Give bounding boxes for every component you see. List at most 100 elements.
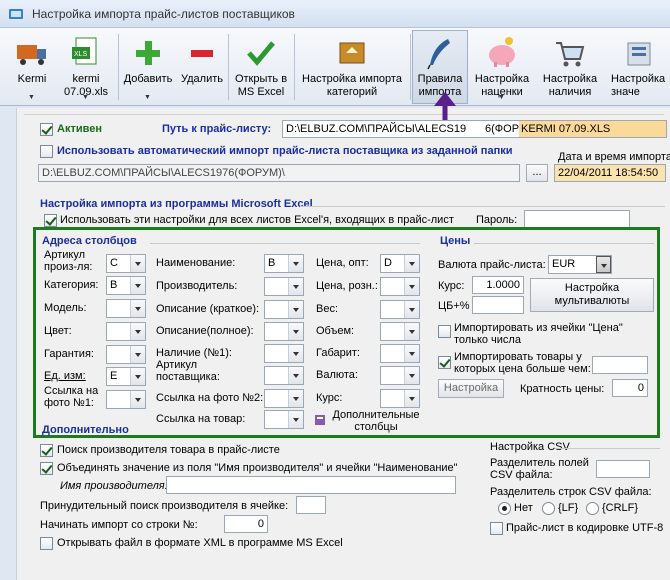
auto-folder-field[interactable]: D:\ELBUZ.COM\ПРАЙСЫ\ALECS1976(ФОРУМ)\	[38, 164, 520, 182]
desc-short-combo[interactable]	[264, 300, 304, 319]
chevron-down-icon[interactable]	[288, 278, 303, 295]
volume-label: Объем:	[316, 325, 355, 337]
start-row-field[interactable]: 0	[224, 515, 268, 533]
csv-divider	[556, 448, 660, 449]
numbers-only-label: Импортировать из ячейки "Цена" только чи…	[454, 322, 623, 346]
unit-combo[interactable]: E	[106, 367, 146, 386]
chevron-down-icon[interactable]	[288, 367, 303, 384]
cb-field[interactable]	[472, 296, 524, 314]
auto-import-checkbox[interactable]	[40, 145, 53, 158]
price-rate-field[interactable]: 1.0000	[472, 276, 524, 294]
chevron-down-icon[interactable]	[130, 391, 145, 408]
weight-combo[interactable]	[380, 300, 420, 319]
price-currency-combo[interactable]: EUR	[548, 255, 612, 274]
size-combo[interactable]	[380, 344, 420, 363]
rate-col-combo[interactable]	[380, 389, 420, 408]
warranty-combo[interactable]	[106, 345, 146, 364]
chevron-down-icon[interactable]	[288, 411, 303, 428]
chevron-down-icon[interactable]	[288, 323, 303, 340]
csv-crlf-radio[interactable]	[586, 502, 599, 515]
category-combo[interactable]: B	[106, 276, 146, 295]
numbers-only-checkbox[interactable]	[438, 325, 451, 338]
chevron-down-icon[interactable]	[288, 345, 303, 362]
maker-name-field[interactable]	[166, 476, 456, 494]
excel-section-title: Настройка импорта из программы Microsoft…	[40, 198, 313, 210]
photo-link-combo[interactable]	[106, 390, 146, 409]
active-checkbox[interactable]	[40, 123, 53, 136]
model-label: Модель:	[44, 302, 87, 314]
chevron-down-icon[interactable]	[130, 255, 145, 272]
chevron-down-icon[interactable]	[130, 300, 145, 317]
color-combo[interactable]	[106, 322, 146, 341]
use-all-sheets-checkbox[interactable]	[44, 214, 57, 227]
password-label: Пароль:	[476, 214, 518, 226]
model-combo[interactable]	[106, 299, 146, 318]
kermi-button[interactable]: Kermi ▼	[8, 30, 56, 104]
supplier-article-combo[interactable]	[264, 366, 304, 385]
chevron-down-icon[interactable]	[130, 277, 145, 294]
chevron-down-icon[interactable]	[404, 278, 419, 295]
search-maker-checkbox[interactable]	[40, 444, 53, 457]
date-field[interactable]: 22/04/2011 18:54:50	[554, 164, 666, 182]
category-import-button[interactable]: Настройка импорта категорий	[296, 30, 408, 104]
chevron-down-icon[interactable]	[404, 345, 419, 362]
price-retail-combo[interactable]	[380, 277, 420, 296]
cb-label: ЦБ+%	[438, 300, 470, 312]
checkmark-icon	[247, 41, 275, 66]
forced-search-field[interactable]	[296, 496, 326, 514]
photo2-combo[interactable]	[264, 389, 304, 408]
price-opt-combo[interactable]: D	[380, 254, 420, 273]
csv-field-sep-field[interactable]	[596, 460, 650, 478]
price-greater-checkbox[interactable]	[438, 356, 451, 369]
open-excel-button[interactable]: Открыть в MS Excel	[230, 30, 292, 104]
chevron-down-icon[interactable]	[288, 301, 303, 318]
path-field[interactable]: D:\ELBUZ.COM\ПРАЙСЫ\ALECS19 6(ФОРУМ)\ KE…	[282, 120, 667, 138]
utf8-checkbox[interactable]	[490, 522, 503, 535]
currency-col-combo[interactable]	[380, 366, 420, 385]
multicurrency-button[interactable]: Настройка мультивалюты	[530, 278, 654, 312]
volume-combo[interactable]	[380, 322, 420, 341]
availability-button[interactable]: Настройка наличия	[536, 30, 604, 104]
name-combo[interactable]: B	[264, 254, 304, 273]
csv-lf-radio[interactable]	[542, 502, 555, 515]
values-button[interactable]: Настройка значе	[606, 30, 670, 104]
product-link-combo[interactable]	[264, 410, 304, 429]
markup-button[interactable]: Настройка наценки ▼	[470, 30, 534, 104]
password-field[interactable]	[524, 210, 630, 228]
csv-none-radio[interactable]	[498, 502, 511, 515]
desc-full-label: Описание(полное):	[156, 325, 254, 337]
price-greater-field[interactable]	[592, 356, 648, 374]
desc-full-combo[interactable]	[264, 322, 304, 341]
add-button[interactable]: Добавить ▼	[120, 30, 176, 104]
path-value-file: KERMI 07.09.XLS	[519, 121, 666, 137]
price-settings-button[interactable]: Настройка	[438, 379, 504, 398]
chevron-down-icon[interactable]	[404, 301, 419, 318]
csv-lf-label: {LF}	[558, 502, 579, 514]
chevron-down-icon[interactable]	[130, 323, 145, 340]
multiplicity-field[interactable]: 0	[612, 379, 648, 397]
chevron-down-icon[interactable]	[288, 255, 303, 272]
chevron-down-icon[interactable]	[404, 255, 419, 272]
presence-combo[interactable]	[264, 344, 304, 363]
unit-value: E	[110, 370, 118, 382]
columns-icon	[315, 415, 325, 425]
article-combo[interactable]: C	[106, 254, 146, 273]
kermi-xls-button[interactable]: XLS kermi 07.09.xls ▼	[58, 30, 114, 104]
chevron-down-icon[interactable]	[596, 256, 611, 273]
chevron-down-icon[interactable]	[404, 367, 419, 384]
extra-columns-button[interactable]: Дополнительные столбцы	[330, 409, 422, 433]
open-xml-checkbox[interactable]	[40, 537, 53, 550]
browse-folder-button[interactable]: ...	[526, 164, 548, 182]
xls-file-icon: XLS	[72, 37, 97, 65]
chevron-down-icon[interactable]	[288, 390, 303, 407]
chevron-down-icon[interactable]	[404, 390, 419, 407]
maker-combo[interactable]	[264, 277, 304, 296]
category-label: Категория:	[44, 279, 99, 291]
chevron-down-icon[interactable]	[130, 346, 145, 363]
delete-button[interactable]: Удалить	[178, 30, 226, 104]
delete-label: Удалить	[181, 73, 223, 85]
chevron-down-icon[interactable]	[130, 368, 145, 385]
presence-label: Наличие (№1):	[156, 347, 232, 359]
merge-names-checkbox[interactable]	[40, 462, 53, 475]
chevron-down-icon[interactable]	[404, 323, 419, 340]
